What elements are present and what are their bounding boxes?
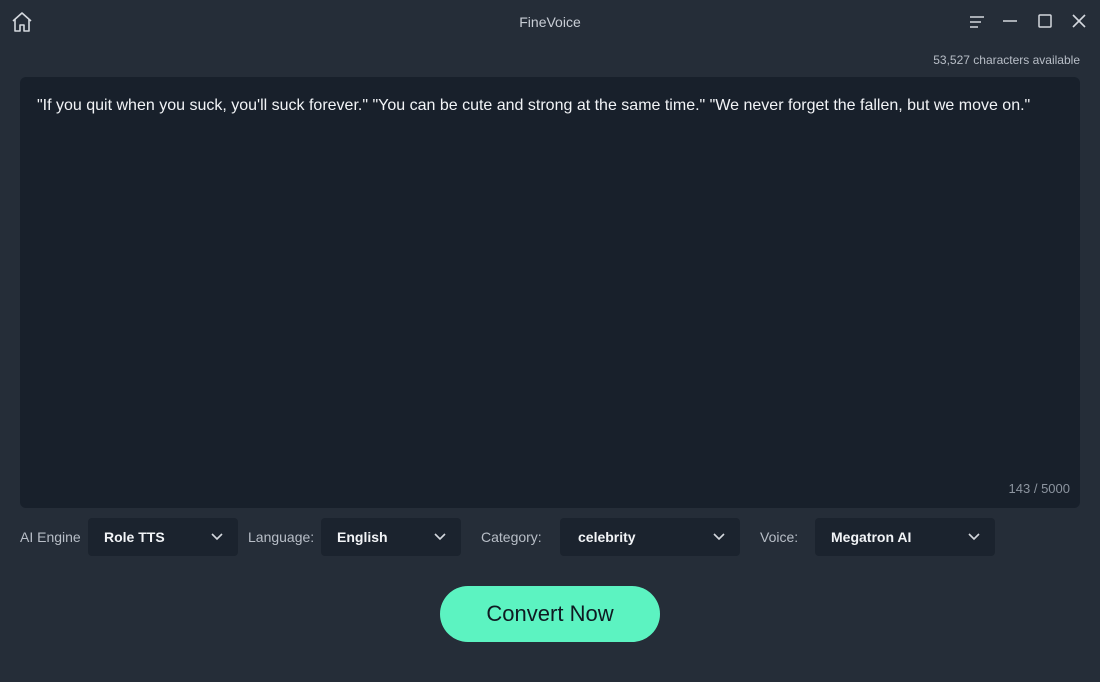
app-window: FineVoice 53,527 characters available "I… <box>0 0 1100 682</box>
maximize-icon[interactable] <box>1034 11 1056 33</box>
chevron-down-icon <box>713 533 725 541</box>
text-editor[interactable]: "If you quit when you suck, you'll suck … <box>20 77 1080 508</box>
category-value: celebrity <box>578 529 636 545</box>
language-select[interactable]: English <box>321 518 461 556</box>
voice-label: Voice: <box>760 529 799 545</box>
category-label: Category: <box>481 529 542 545</box>
editor-text[interactable]: "If you quit when you suck, you'll suck … <box>37 95 1060 117</box>
options-row: AI Engine Role TTS Language: English Cat… <box>20 518 1080 556</box>
character-counter: 143 / 5000 <box>1008 481 1070 496</box>
ai-engine-select[interactable]: Role TTS <box>88 518 238 556</box>
category-select[interactable]: celebrity <box>560 518 740 556</box>
window-title: FineVoice <box>519 14 581 30</box>
ai-engine-label: AI Engine <box>20 529 81 545</box>
language-value: English <box>337 529 388 545</box>
chevron-down-icon <box>968 533 980 541</box>
voice-select[interactable]: Megatron AI <box>815 518 995 556</box>
title-bar: FineVoice <box>0 0 1100 44</box>
chevron-down-icon <box>211 533 223 541</box>
language-label: Language: <box>248 529 315 545</box>
menu-icon[interactable] <box>966 11 988 33</box>
ai-engine-value: Role TTS <box>104 529 165 545</box>
characters-available: 53,527 characters available <box>933 53 1080 67</box>
minimize-icon[interactable] <box>999 11 1021 33</box>
voice-value: Megatron AI <box>831 529 912 545</box>
close-icon[interactable] <box>1068 11 1090 33</box>
chevron-down-icon <box>434 533 446 541</box>
convert-now-button[interactable]: Convert Now <box>440 586 660 642</box>
